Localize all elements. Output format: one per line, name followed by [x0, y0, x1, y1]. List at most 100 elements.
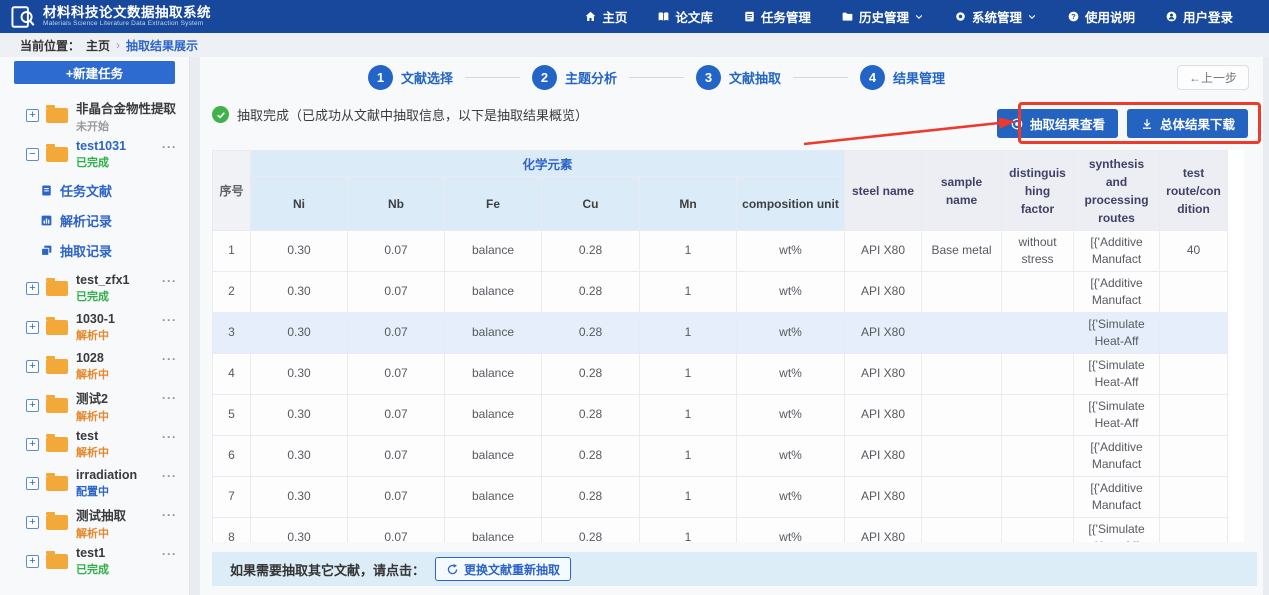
book-icon: [657, 10, 670, 23]
nav-item-tasks[interactable]: 任务管理: [743, 7, 811, 26]
table-cell: balance: [445, 354, 542, 395]
task-item[interactable]: +test1已完成···: [0, 542, 189, 581]
table-row[interactable]: 70.300.07balance0.281wt%API X80[{'Additi…: [213, 477, 1228, 518]
task-item[interactable]: +1028解析中···: [0, 347, 189, 386]
table-cell: [{'Additive Manufact: [1074, 436, 1160, 477]
task-menu-icon[interactable]: ···: [162, 430, 177, 444]
task-menu-icon[interactable]: ···: [162, 352, 177, 366]
table-cell: 0.28: [542, 272, 640, 313]
task-status: 已完成: [76, 561, 189, 577]
task-item[interactable]: +非晶合金物性提取未开始···: [0, 96, 189, 135]
table-cell: [1002, 436, 1074, 477]
task-menu-icon[interactable]: ···: [162, 140, 177, 154]
table-cell: [1160, 436, 1228, 477]
step-1[interactable]: 1文献选择: [368, 65, 453, 90]
task-child-copy[interactable]: 抽取记录: [0, 235, 189, 265]
step-4[interactable]: 4结果管理: [860, 65, 945, 90]
nav-item-book[interactable]: 论文库: [657, 7, 713, 26]
task-menu-icon[interactable]: ···: [162, 313, 177, 327]
table-cell: API X80: [845, 395, 922, 436]
nav-item-label: 论文库: [675, 7, 713, 26]
rerun-button[interactable]: 更换文献重新抽取: [435, 557, 571, 581]
step-2[interactable]: 2主题分析: [532, 65, 617, 90]
task-item[interactable]: +test解析中···: [0, 425, 189, 464]
task-item[interactable]: +1030-1解析中···: [0, 308, 189, 347]
nav-item-gear[interactable]: 系统管理: [954, 7, 1037, 26]
nav-item-home[interactable]: 主页: [584, 7, 627, 26]
table-cell: 0.07: [348, 436, 445, 477]
table-row[interactable]: 30.300.07balance0.281wt%API X80[{'Simula…: [213, 313, 1228, 354]
task-menu-icon[interactable]: ···: [162, 508, 177, 522]
table-row[interactable]: 10.300.07balance0.281wt%API X80Base meta…: [213, 231, 1228, 272]
top-navbar: 材料科技论文数据抽取系统 Materials Science Literatur…: [0, 0, 1269, 33]
expand-toggle-icon[interactable]: +: [26, 516, 39, 529]
task-menu-icon[interactable]: ···: [162, 391, 177, 405]
col-header: Ni: [251, 177, 348, 231]
table-cell: API X80: [845, 272, 922, 313]
breadcrumb-current: 抽取结果展示: [126, 37, 198, 54]
expand-toggle-icon[interactable]: +: [26, 360, 39, 373]
task-child-doc[interactable]: 任务文献: [0, 175, 189, 205]
table-cell: 0.07: [348, 477, 445, 518]
stepper: 1文献选择 2主题分析 3文献抽取 4结果管理: [200, 57, 1263, 97]
download-results-button[interactable]: 总体结果下载: [1127, 109, 1248, 138]
task-item[interactable]: +test_zfx1已完成···: [0, 269, 189, 308]
task-status: 解析中: [76, 525, 189, 541]
rerun-bar: 如果需要抽取其它文献，请点击： 更换文献重新抽取: [212, 552, 1257, 586]
expand-toggle-icon[interactable]: +: [26, 109, 39, 122]
step-3[interactable]: 3文献抽取: [696, 65, 781, 90]
table-cell: [1002, 354, 1074, 395]
task-menu-icon[interactable]: ···: [162, 101, 177, 115]
table-cell: 1: [640, 272, 737, 313]
table-row[interactable]: 80.300.07balance0.281wt%API X80[{'Simula…: [213, 518, 1228, 543]
download-icon: [1140, 117, 1154, 131]
task-child-label: 抽取记录: [60, 241, 112, 260]
task-menu-icon[interactable]: ···: [162, 469, 177, 483]
step-label: 文献选择: [401, 68, 453, 87]
new-task-button[interactable]: +新建任务: [14, 61, 175, 84]
task-item[interactable]: −test1031已完成···: [0, 135, 189, 174]
breadcrumb-home[interactable]: 主页: [86, 37, 110, 54]
breadcrumb: 当前位置： 主页 › 抽取结果展示: [0, 33, 1269, 57]
nav-item-user[interactable]: 用户登录: [1165, 7, 1233, 26]
results-table-container[interactable]: 序号化学元素steel namesample namedistinguishin…: [212, 150, 1244, 542]
table-cell: [1160, 477, 1228, 518]
expand-toggle-icon[interactable]: +: [26, 477, 39, 490]
table-cell: [922, 313, 1002, 354]
task-item[interactable]: +测试2解析中···: [0, 386, 189, 425]
table-row[interactable]: 50.300.07balance0.281wt%API X80[{'Simula…: [213, 395, 1228, 436]
table-row[interactable]: 60.300.07balance0.281wt%API X80[{'Additi…: [213, 436, 1228, 477]
table-row[interactable]: 20.300.07balance0.281wt%API X80[{'Additi…: [213, 272, 1228, 313]
task-menu-icon[interactable]: ···: [162, 274, 177, 288]
table-cell: balance: [445, 436, 542, 477]
expand-toggle-icon[interactable]: +: [26, 321, 39, 334]
expand-toggle-icon[interactable]: +: [26, 438, 39, 451]
table-cell: 3: [213, 313, 251, 354]
table-row[interactable]: 40.300.07balance0.281wt%API X80[{'Simula…: [213, 354, 1228, 395]
table-cell: wt%: [737, 395, 845, 436]
table-cell: 6: [213, 436, 251, 477]
table-cell: 0.07: [348, 231, 445, 272]
task-item[interactable]: +测试抽取解析中···: [0, 503, 189, 542]
task-menu-icon[interactable]: ···: [162, 547, 177, 561]
expand-toggle-icon[interactable]: +: [26, 399, 39, 412]
view-results-button[interactable]: 抽取结果查看: [997, 109, 1118, 138]
expand-toggle-icon[interactable]: +: [26, 555, 39, 568]
nav-item-history[interactable]: 历史管理: [841, 7, 924, 26]
collapse-toggle-icon[interactable]: −: [26, 148, 39, 161]
sidebar: +新建任务 +非晶合金物性提取未开始···−test1031已完成··· 任务文献…: [0, 57, 190, 595]
back-button[interactable]: ←上一步: [1177, 65, 1249, 90]
expand-toggle-icon[interactable]: +: [26, 282, 39, 295]
breadcrumb-separator: ›: [116, 38, 120, 52]
nav-item-label: 主页: [602, 7, 627, 26]
nav-item-label: 历史管理: [859, 7, 909, 26]
col-header: composition unit: [737, 177, 845, 231]
table-cell: 0.28: [542, 231, 640, 272]
table-cell: balance: [445, 518, 542, 543]
folder-icon: [46, 515, 68, 530]
task-child-label: 任务文献: [60, 181, 112, 200]
folder-icon: [46, 398, 68, 413]
nav-item-question[interactable]: ?使用说明: [1067, 7, 1135, 26]
task-item[interactable]: +irradiation配置中···: [0, 464, 189, 503]
task-child-chart[interactable]: 解析记录: [0, 205, 189, 235]
